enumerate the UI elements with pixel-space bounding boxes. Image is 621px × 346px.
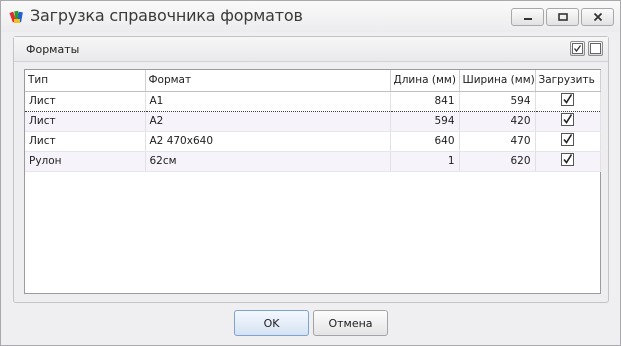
column-header-type[interactable]: Тип <box>25 70 146 92</box>
formats-table: Тип Формат Длина (мм) Ширина (мм) Загруз… <box>25 70 601 172</box>
group-header: Форматы <box>14 37 608 62</box>
cell-width: 620 <box>459 151 536 172</box>
table-row[interactable]: Лист A2 470x640 640 470 <box>25 131 601 152</box>
window-title: Загрузка справочника форматов <box>30 6 303 25</box>
column-header-format[interactable]: Формат <box>145 70 391 92</box>
check-all-button[interactable] <box>570 41 585 56</box>
cell-width: 420 <box>459 111 536 132</box>
cell-type: Лист <box>25 111 146 132</box>
cell-length: 594 <box>390 111 460 132</box>
cell-format: A2 <box>145 111 391 132</box>
column-header-load[interactable]: Загрузить <box>535 70 601 92</box>
maximize-icon <box>557 13 568 21</box>
cell-format: A1 <box>145 90 391 112</box>
column-header-width[interactable]: Ширина (мм) <box>459 70 536 92</box>
close-button[interactable] <box>581 8 614 26</box>
group-title: Форматы <box>26 43 80 56</box>
cell-type: Рулон <box>25 151 146 172</box>
close-icon <box>593 12 602 22</box>
check-all-icon <box>572 43 583 54</box>
column-header-length[interactable]: Длина (мм) <box>390 70 460 92</box>
cell-type: Лист <box>25 90 146 112</box>
cell-width: 594 <box>459 90 536 112</box>
table-row[interactable]: Лист A1 841 594 <box>25 90 601 112</box>
maximize-button[interactable] <box>546 8 579 26</box>
load-checkbox[interactable] <box>535 151 601 172</box>
cell-length: 1 <box>390 151 460 172</box>
table-row[interactable]: Рулон 62см 1 620 <box>25 151 601 172</box>
cell-format: A2 470x640 <box>145 131 391 152</box>
cell-width: 470 <box>459 131 536 152</box>
header-row: Тип Формат Длина (мм) Ширина (мм) Загруз… <box>25 70 601 92</box>
ok-button[interactable]: OK <box>234 310 309 336</box>
table-row[interactable]: Лист A2 594 420 <box>25 111 601 132</box>
title-bar[interactable]: Загрузка справочника форматов <box>1 1 620 32</box>
cell-length: 640 <box>390 131 460 152</box>
formats-group: Форматы Тип Формат Длина (мм) Ширина (мм… <box>13 36 609 303</box>
formats-grid[interactable]: Тип Формат Длина (мм) Ширина (мм) Загруз… <box>24 69 601 294</box>
minimize-icon <box>523 18 532 20</box>
load-checkbox[interactable] <box>535 111 601 132</box>
minimize-button[interactable] <box>511 8 544 26</box>
uncheck-all-icon <box>590 43 601 54</box>
cell-length: 841 <box>390 90 460 112</box>
checkmark-icon <box>561 93 574 106</box>
cancel-button[interactable]: Отмена <box>313 310 388 336</box>
checkmark-icon <box>561 133 574 146</box>
palette-app-icon <box>9 10 23 23</box>
load-checkbox[interactable] <box>535 90 601 112</box>
cell-type: Лист <box>25 131 146 152</box>
checkmark-icon <box>561 113 574 126</box>
dialog-window: Загрузка справочника форматов Форматы Ти… <box>0 0 621 346</box>
load-checkbox[interactable] <box>535 131 601 152</box>
uncheck-all-button[interactable] <box>588 41 603 56</box>
cell-format: 62см <box>145 151 391 172</box>
checkmark-icon <box>561 153 574 166</box>
